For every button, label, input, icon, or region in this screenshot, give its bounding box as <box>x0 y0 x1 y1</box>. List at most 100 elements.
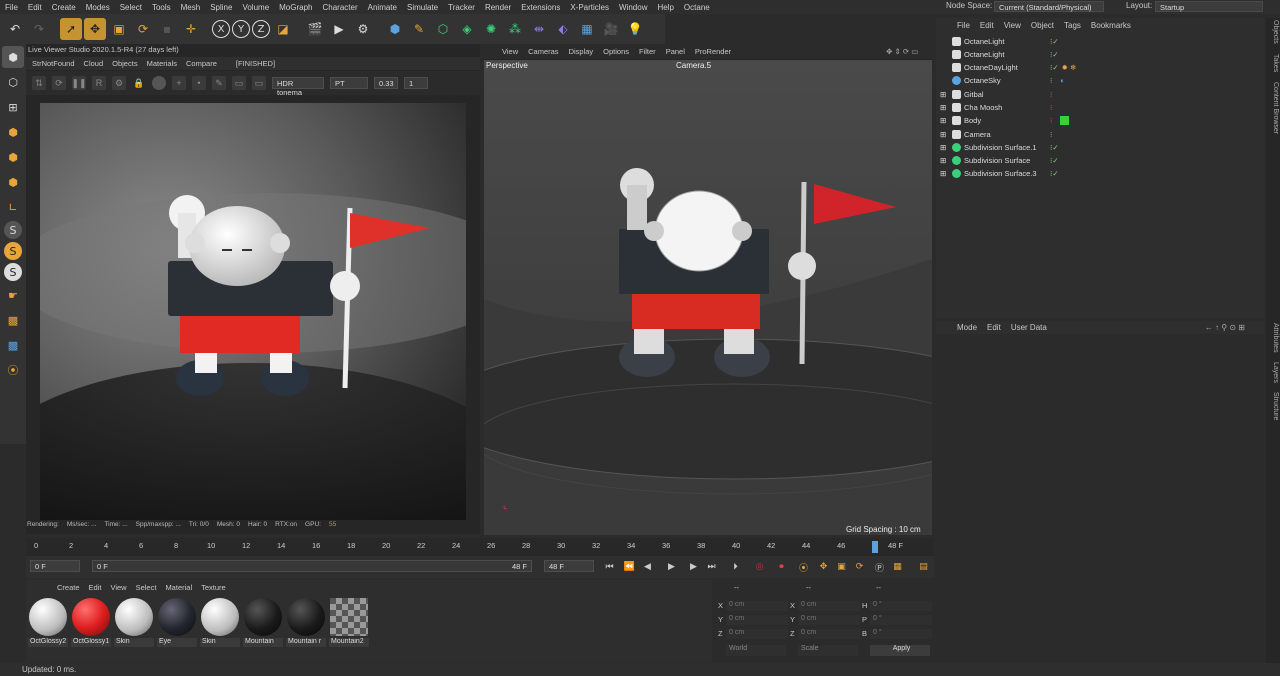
kernel-dropdown[interactable]: PT <box>330 77 368 89</box>
object-row[interactable]: ⊞ Subdivision Surface ⁝✓ <box>940 154 1264 167</box>
dot-icon[interactable]: • <box>192 76 206 90</box>
light-icon[interactable]: 💡 <box>624 18 646 40</box>
model-mode-icon[interactable]: ⬡ <box>2 71 24 93</box>
menu-spline[interactable]: Spline <box>205 3 237 12</box>
om-menu-view[interactable]: View <box>1004 21 1021 30</box>
check-icon[interactable]: ⁝✓ <box>1050 169 1059 178</box>
restart-render-icon[interactable]: ⟳ <box>52 76 66 90</box>
settings-gear-icon[interactable]: ⚙ <box>112 76 126 90</box>
material-swatch[interactable]: Mountain <box>243 598 283 647</box>
coordinate-tool-icon[interactable]: ✛ <box>180 18 202 40</box>
x-axis-icon[interactable]: X <box>212 20 230 38</box>
scale-dropdown[interactable]: Scale <box>798 645 858 656</box>
viewport-camera[interactable]: Camera.5 <box>676 61 711 70</box>
size-x-field[interactable]: 0 cm <box>798 601 860 611</box>
lv-menu-strnotfound[interactable]: StrNotFound <box>32 59 75 68</box>
visibility-icon[interactable]: ⁝ <box>1050 130 1052 139</box>
visibility-icon[interactable]: ⁝ <box>1050 103 1052 112</box>
select-tool-icon[interactable]: ➚ <box>60 18 82 40</box>
vp-menu-options[interactable]: Options <box>603 47 629 56</box>
scale-key-icon[interactable]: ▣ <box>834 560 849 574</box>
goto-end-icon[interactable]: ⏭ <box>704 560 719 574</box>
z-axis-icon[interactable]: Z <box>252 20 270 38</box>
material-swatch[interactable]: Eye <box>157 598 197 647</box>
om-menu-bookmarks[interactable]: Bookmarks <box>1091 21 1131 30</box>
render-settings-icon[interactable]: ⚙ <box>352 18 374 40</box>
menu-tracker[interactable]: Tracker <box>443 3 480 12</box>
position-x-field[interactable]: 0 cm <box>726 601 788 611</box>
tab-objects[interactable]: Objects <box>1267 20 1279 44</box>
object-row[interactable]: OctaneLight ⁝✓ <box>940 48 1264 61</box>
tonemap-dropdown[interactable]: HDR tonema <box>272 77 324 97</box>
check-icon[interactable]: ⁝✓ <box>1050 50 1059 59</box>
vp-menu-display[interactable]: Display <box>569 47 594 56</box>
end-frame-field[interactable]: 48 F <box>544 560 594 572</box>
value-field-1[interactable]: 0.33 <box>374 77 398 89</box>
mat-menu-texture[interactable]: Texture <box>201 583 226 592</box>
move-tool-icon[interactable]: ✥ <box>84 18 106 40</box>
node-space-dropdown[interactable]: Current (Standard/Physical) <box>994 1 1104 12</box>
lock-icon[interactable]: 🔒 <box>132 76 146 90</box>
texture-mode-icon[interactable]: ⊞ <box>2 96 24 118</box>
lv-menu-compare[interactable]: Compare <box>186 59 217 68</box>
pen-icon[interactable]: ✎ <box>408 18 430 40</box>
mat-menu-select[interactable]: Select <box>136 583 157 592</box>
rotation-key-icon[interactable]: ⟳ <box>852 560 867 574</box>
cube-icon[interactable]: ⬢ <box>384 18 406 40</box>
keyframe-selection-icon[interactable]: ⦿ <box>796 560 811 574</box>
object-row[interactable]: ⊞ Subdivision Surface.3 ⁝✓ <box>940 167 1264 180</box>
start-frame-field[interactable]: 0 F <box>30 560 80 572</box>
tweak-icon[interactable]: ☛ <box>2 284 24 306</box>
prev-frame-icon[interactable]: ◀ <box>640 560 655 574</box>
attr-nav-icon[interactable]: ← ↑ ⚲ ⊙ ⊞ <box>1205 323 1245 332</box>
sun-tag-icon[interactable]: ✹ ❄ <box>1062 63 1077 72</box>
material-swatch[interactable]: Mountain2 <box>329 598 369 647</box>
material-swatch[interactable]: OctGlossy2 <box>28 598 68 647</box>
tab-structure[interactable]: Structure <box>1267 392 1279 420</box>
object-row[interactable]: ⊞ Camera ⁝ <box>940 128 1264 141</box>
menu-render[interactable]: Render <box>480 3 516 12</box>
render-image[interactable] <box>40 103 466 520</box>
layout-dropdown[interactable]: Startup <box>1155 1 1263 12</box>
param-key-icon[interactable]: Ⓟ <box>872 560 887 574</box>
attr-menu-mode[interactable]: Mode <box>957 323 977 332</box>
camera-small-icon[interactable]: ▭ <box>252 76 266 90</box>
object-row[interactable]: OctaneSky ⁝ ◐ <box>940 74 1264 87</box>
sky-tag-icon[interactable]: ◐ <box>1060 76 1065 85</box>
edges-mode-icon[interactable]: ⬢ <box>2 146 24 168</box>
vp-menu-prorender[interactable]: ProRender <box>695 47 731 56</box>
redo-icon[interactable]: ↷ <box>28 18 50 40</box>
render-picture-icon[interactable]: ▶ <box>328 18 350 40</box>
loop-icon[interactable]: ⏵ <box>728 560 743 574</box>
coordinate-system-icon[interactable]: ◪ <box>272 18 294 40</box>
menu-edit[interactable]: Edit <box>23 3 47 12</box>
visibility-icon[interactable]: ⁝ <box>1050 116 1052 125</box>
mat-menu-material[interactable]: Material <box>165 583 192 592</box>
vp-menu-view[interactable]: View <box>502 47 518 56</box>
viewport-nav-icon[interactable]: ✥ ⇕ ⟳ ▭ <box>886 47 918 56</box>
vp-menu-panel[interactable]: Panel <box>666 47 685 56</box>
check-icon[interactable]: ⁝✓ <box>1050 143 1059 152</box>
undo-icon[interactable]: ↶ <box>4 18 26 40</box>
material-swatch[interactable]: Mountain r <box>286 598 326 647</box>
snap-settings-icon[interactable]: S <box>4 242 22 260</box>
world-dropdown[interactable]: World <box>726 645 786 656</box>
rotation-b-field[interactable]: 0 ° <box>870 629 932 639</box>
xpresso-icon[interactable]: ⦿ <box>2 359 24 381</box>
object-row[interactable]: ⊞ Gitbal ⁝ <box>940 88 1264 101</box>
menu-file[interactable]: File <box>0 3 23 12</box>
region-render-icon[interactable]: R <box>92 76 106 90</box>
menu-tools[interactable]: Tools <box>147 3 176 12</box>
next-frame-icon[interactable]: ▶ <box>686 560 701 574</box>
om-menu-edit[interactable]: Edit <box>980 21 994 30</box>
rotation-p-field[interactable]: 0 ° <box>870 615 932 625</box>
frame-range-slider[interactable]: 0 F 48 F <box>92 560 532 572</box>
object-row[interactable]: OctaneLight ⁝✓ <box>940 35 1264 48</box>
send-scene-icon[interactable]: ⇅ <box>32 76 46 90</box>
pause-render-icon[interactable]: ❚❚ <box>71 76 87 90</box>
visibility-icon[interactable]: ⁝ <box>1050 76 1052 85</box>
add-icon[interactable]: + <box>172 76 186 90</box>
menu-select[interactable]: Select <box>115 3 147 12</box>
om-menu-tags[interactable]: Tags <box>1064 21 1081 30</box>
prev-key-icon[interactable]: ⏪ <box>622 560 637 574</box>
